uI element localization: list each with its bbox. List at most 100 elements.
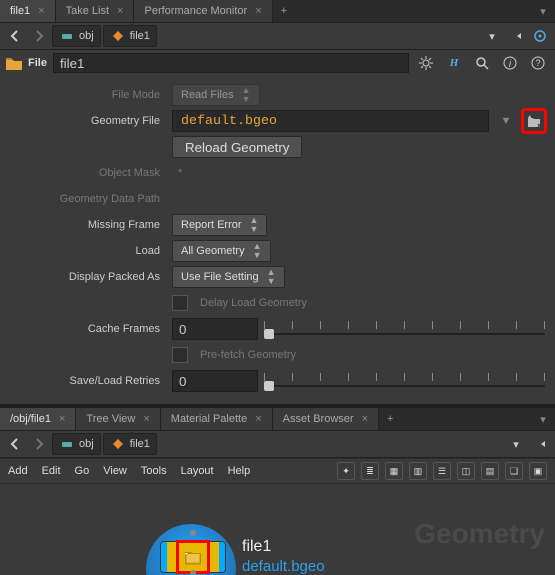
close-icon[interactable]: × (59, 413, 65, 425)
menu-add[interactable]: Add (8, 465, 28, 477)
param-cache-frames: Cache Frames (10, 316, 545, 342)
menu-tools[interactable]: Tools (141, 465, 167, 477)
stack-icon[interactable]: ☰ (433, 462, 451, 480)
param-geometry-data-path: Geometry Data Path (10, 186, 545, 212)
node-input-dot[interactable] (190, 530, 196, 536)
path-dropdown-icon[interactable]: ▾ (505, 434, 527, 454)
back-button[interactable] (4, 434, 26, 454)
node-name-label: file1 (242, 538, 325, 556)
display-packed-as-select[interactable]: Use File Setting ▲▼ (172, 266, 285, 288)
forward-button[interactable] (28, 434, 50, 454)
path-node[interactable]: file1 (103, 25, 157, 47)
delay-load-label: Delay Load Geometry (200, 297, 307, 309)
close-icon[interactable]: × (362, 413, 368, 425)
delay-load-checkbox[interactable] (172, 295, 188, 311)
tab-add-button[interactable]: + (273, 5, 295, 17)
tab-file1[interactable]: file1 × (0, 0, 56, 22)
file-node[interactable]: file1 default.bgeo (160, 538, 325, 575)
list-icon[interactable]: ≣ (361, 462, 379, 480)
node-input-flag[interactable] (161, 542, 167, 572)
close-icon[interactable]: × (255, 5, 261, 17)
palette-icon[interactable]: ▤ (481, 462, 499, 480)
houdini-icon[interactable]: H (443, 53, 465, 73)
chevron-down-icon[interactable]: ▼ (495, 111, 517, 131)
menu-go[interactable]: Go (75, 465, 90, 477)
close-icon[interactable]: × (38, 5, 44, 17)
load-select[interactable]: All Geometry ▲▼ (172, 240, 271, 262)
menu-view[interactable]: View (103, 465, 127, 477)
geometry-file-input[interactable] (172, 110, 489, 132)
file-chooser-button[interactable] (523, 110, 545, 132)
grid2-icon[interactable]: ▥ (409, 462, 427, 480)
tab-take-list[interactable]: Take List × (56, 0, 135, 22)
search-icon[interactable] (471, 53, 493, 73)
node-body[interactable] (160, 541, 226, 573)
node-name-input[interactable] (53, 53, 409, 73)
path-dropdown-icon[interactable]: ▾ (481, 26, 503, 46)
select-value: Report Error (181, 219, 242, 231)
back-button[interactable] (4, 26, 26, 46)
target-icon[interactable] (529, 26, 551, 46)
forward-button[interactable] (28, 26, 50, 46)
top-tab-bar: file1 × Take List × Performance Monitor … (0, 0, 555, 23)
path-node-label: file1 (130, 438, 150, 450)
close-icon[interactable]: × (255, 413, 261, 425)
prefetch-checkbox[interactable] (172, 347, 188, 363)
image-icon[interactable]: ▣ (529, 462, 547, 480)
info-icon[interactable]: i (499, 53, 521, 73)
file-mode-select[interactable]: Read Files ▲▼ (172, 84, 260, 106)
tab-obj-file1[interactable]: /obj/file1 × (0, 408, 76, 430)
param-save-load-retries: Save/Load Retries (10, 368, 545, 394)
pane-menu-icon[interactable]: ▾ (535, 3, 551, 19)
param-label: Object Mask (10, 167, 166, 179)
param-missing-frame: Missing Frame Report Error ▲▼ (10, 212, 545, 238)
param-label: Geometry Data Path (10, 193, 166, 205)
menu-help[interactable]: Help (228, 465, 251, 477)
pane-menu-icon[interactable]: ▾ (535, 411, 551, 427)
tab-material-palette[interactable]: Material Palette × (161, 408, 273, 430)
menu-edit[interactable]: Edit (42, 465, 61, 477)
close-icon[interactable]: × (143, 413, 149, 425)
network-canvas[interactable]: Geometry file1 default.bgeo (0, 484, 555, 575)
reload-geometry-button[interactable]: Reload Geometry (172, 136, 302, 158)
path-root[interactable]: obj (52, 433, 101, 455)
tab-label: Material Palette (171, 413, 247, 425)
tab-add-button[interactable]: + (379, 413, 401, 425)
file-header: File H i ? (0, 50, 555, 76)
svg-text:?: ? (535, 58, 540, 68)
select-value: Read Files (181, 89, 234, 101)
menu-layout[interactable]: Layout (181, 465, 214, 477)
save-load-retries-slider[interactable] (264, 371, 545, 391)
wand-icon[interactable]: ✦ (337, 462, 355, 480)
close-icon[interactable]: × (117, 5, 123, 17)
help-icon[interactable]: ? (527, 53, 549, 73)
param-delay-load: Delay Load Geometry (10, 290, 545, 316)
param-label: Save/Load Retries (10, 375, 166, 387)
path-root-label: obj (79, 30, 94, 42)
node-output-dot[interactable] (190, 570, 196, 575)
tab-label: Performance Monitor (144, 5, 247, 17)
param-label: Geometry File (10, 115, 166, 127)
path-root[interactable]: obj (52, 25, 101, 47)
save-load-retries-input[interactable] (172, 370, 258, 392)
tab-performance-monitor[interactable]: Performance Monitor × (134, 0, 272, 22)
node-icon[interactable]: ◫ (457, 462, 475, 480)
tab-asset-browser[interactable]: Asset Browser × (273, 408, 379, 430)
param-label: Load (10, 245, 166, 257)
missing-frame-select[interactable]: Report Error ▲▼ (172, 214, 267, 236)
geo-node-icon (110, 28, 126, 44)
cache-frames-input[interactable] (172, 318, 258, 340)
network-menu-bar: Add Edit Go View Tools Layout Help ✦ ≣ ▦… (0, 458, 555, 484)
network-icon (59, 436, 75, 452)
cache-frames-slider[interactable] (264, 319, 545, 339)
pin-icon[interactable] (505, 26, 527, 46)
parameter-list: File Mode Read Files ▲▼ Geometry File ▼ … (0, 76, 555, 404)
gear-icon[interactable] (415, 53, 437, 73)
pin-icon[interactable] (529, 434, 551, 454)
tab-tree-view[interactable]: Tree View × (76, 408, 160, 430)
geo-node-icon (110, 436, 126, 452)
grid-icon[interactable]: ▦ (385, 462, 403, 480)
node-output-flag[interactable] (219, 542, 225, 572)
path-node[interactable]: file1 (103, 433, 157, 455)
layers-icon[interactable]: ❏ (505, 462, 523, 480)
